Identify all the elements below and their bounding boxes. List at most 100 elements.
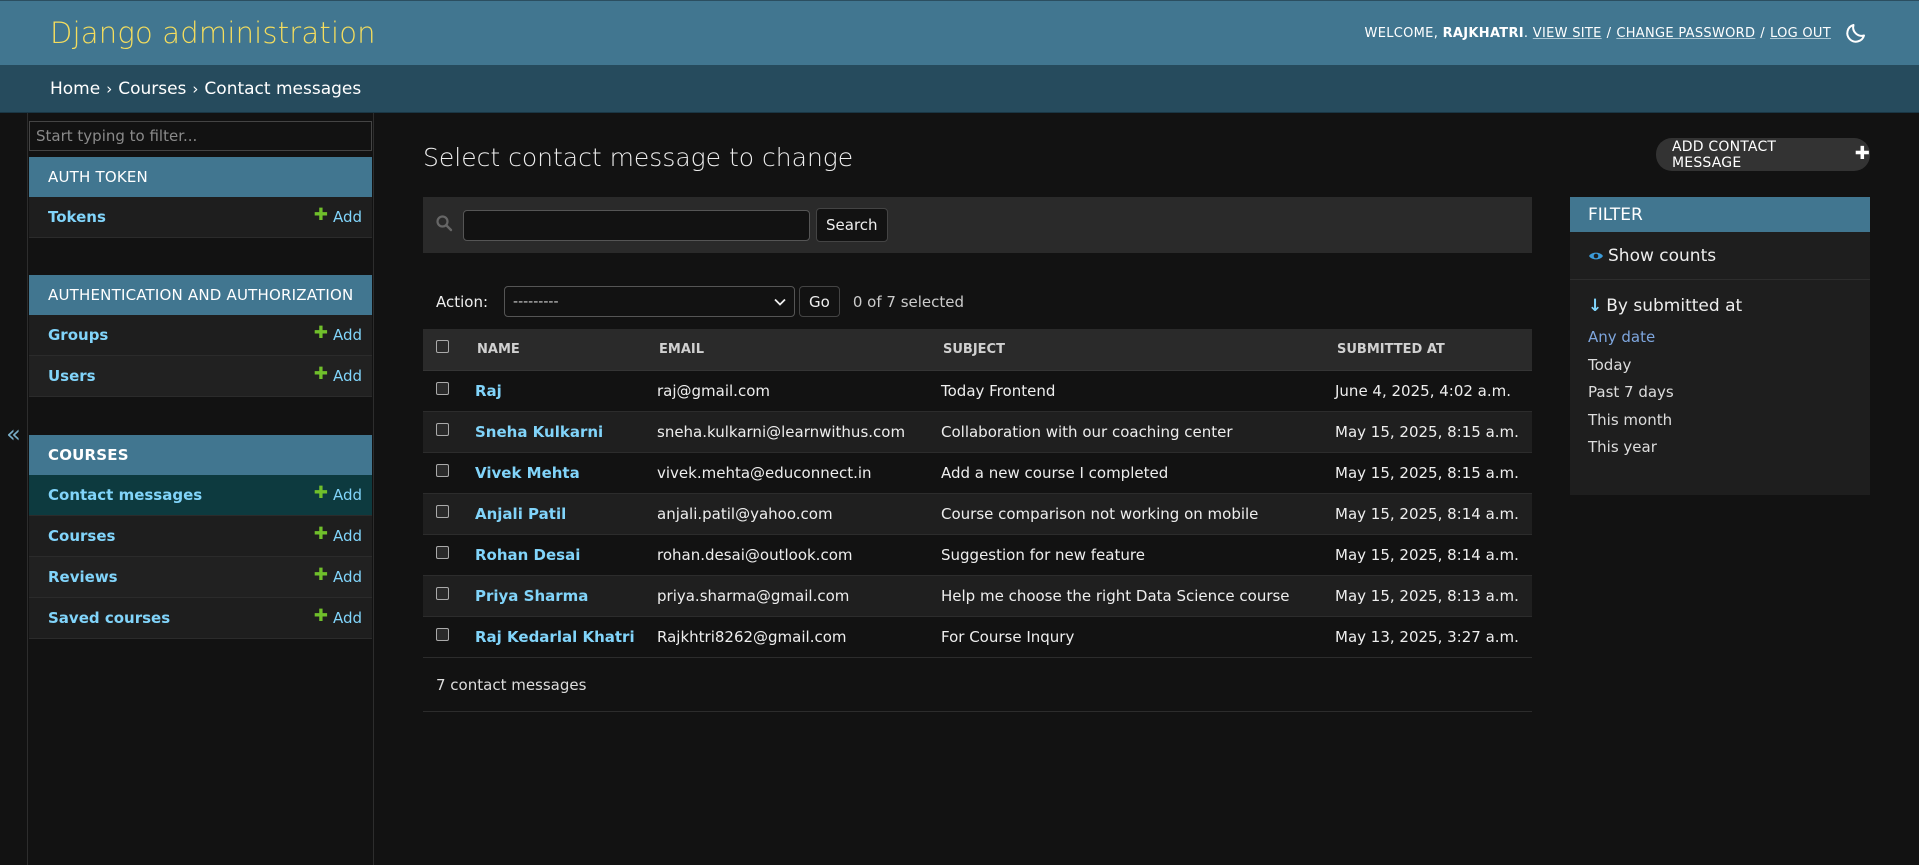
add-label: Add <box>332 486 362 504</box>
row-checkbox[interactable] <box>436 627 449 641</box>
add-label: Add <box>332 367 362 385</box>
show-counts-link[interactable]: Show counts <box>1570 232 1870 280</box>
add-contact-messages-link[interactable]: ✚ Add <box>314 483 362 505</box>
row-name-link[interactable]: Raj Kedarlal Khatri <box>475 628 635 646</box>
column-header-submitted-at[interactable]: Submitted at <box>1334 329 1532 371</box>
breadcrumb-separator: › <box>192 79 199 98</box>
subject-cell: Collaboration with our coaching center <box>940 411 1334 453</box>
separator: / <box>1606 25 1612 41</box>
sidebar-item-contact-messages: Contact messages ✚ Add <box>29 475 372 516</box>
name-cell: Rohan Desai <box>474 534 656 576</box>
site-branding[interactable]: Django administration <box>50 16 376 50</box>
select-all-checkbox[interactable] <box>436 339 449 353</box>
row-name-link[interactable]: Vivek Mehta <box>475 464 580 482</box>
breadcrumb-current: Contact messages <box>204 78 362 99</box>
selection-counter: 0 of 7 selected <box>852 292 965 311</box>
column-header-name[interactable]: Name <box>474 329 656 371</box>
filter-option-today[interactable]: Today <box>1588 356 1870 384</box>
username: RAJKHATRI <box>1442 25 1524 41</box>
search-button[interactable]: Search <box>816 208 888 242</box>
select-all-header <box>423 329 474 371</box>
name-cell: Raj Kedarlal Khatri <box>474 616 656 658</box>
sidebar: Auth Token Tokens ✚Add Authentication an… <box>28 113 374 865</box>
sidebar-item-tokens: Tokens ✚ Add <box>29 197 372 238</box>
search-input[interactable] <box>463 209 810 241</box>
filter-options: Any date Today Past 7 days This month Th… <box>1570 316 1870 466</box>
moon-icon[interactable] <box>1843 20 1869 46</box>
go-button[interactable]: Go <box>799 286 840 317</box>
row-checkbox[interactable] <box>436 463 449 477</box>
filter-option-any-date[interactable]: Any date <box>1588 328 1870 356</box>
row-checkbox[interactable] <box>436 381 449 395</box>
row-check-cell <box>423 493 474 535</box>
app-caption[interactable]: Courses <box>29 435 372 475</box>
table-row: Raj raj@gmail.com Today Frontend June 4,… <box>423 370 1532 412</box>
email-cell: Rajkhtri8262@gmail.com <box>656 616 940 658</box>
row-name-link[interactable]: Sneha Kulkarni <box>475 423 603 441</box>
add-groups-link[interactable]: ✚ Add <box>313 323 362 345</box>
add-label: Add <box>332 208 362 226</box>
add-label: Add <box>332 609 362 627</box>
add-tokens-link[interactable]: ✚ Add <box>314 205 362 227</box>
table-row: Raj Kedarlal Khatri Rajkhtri8262@gmail.c… <box>423 616 1532 658</box>
action-selected-value: --------- <box>513 293 559 310</box>
filter-heading: Filter <box>1570 197 1870 232</box>
table-row: Sneha Kulkarni sneha.kulkarni@learnwithu… <box>423 411 1532 453</box>
change-password-link[interactable]: Change password <box>1616 26 1755 41</box>
row-name-link[interactable]: Priya Sharma <box>475 587 588 605</box>
separator: / <box>1760 25 1765 41</box>
name-cell: Sneha Kulkarni <box>474 411 656 453</box>
column-header-subject[interactable]: Subject <box>940 329 1334 371</box>
column-header-email[interactable]: Email <box>656 329 940 371</box>
action-select[interactable]: --------- <box>504 286 796 317</box>
log-out-link[interactable]: Log out <box>1770 26 1831 41</box>
user-tools: Welcome, RAJKHATRI. View site / Change p… <box>1365 20 1869 46</box>
app-caption[interactable]: Auth Token <box>29 157 372 197</box>
add-courses-link[interactable]: ✚ Add <box>314 524 362 546</box>
filter-option-past-7-days[interactable]: Past 7 days <box>1588 383 1870 411</box>
row-checkbox[interactable] <box>436 422 449 436</box>
row-checkbox[interactable] <box>436 504 449 518</box>
view-site-link[interactable]: View site <box>1533 26 1602 41</box>
row-checkbox[interactable] <box>436 545 449 559</box>
email-cell: vivek.mehta@educonnect.in <box>656 452 940 494</box>
add-users-link[interactable]: ✚ Add <box>314 364 362 386</box>
row-check-cell <box>423 616 474 658</box>
sidebar-item-label[interactable]: Reviews <box>48 568 118 586</box>
table-header-row: Name Email Subject Submitted at <box>423 329 1532 371</box>
add-reviews-link[interactable]: ✚ Add <box>314 565 362 587</box>
submitted-at-cell: May 13, 2025, 3:27 a.m. <box>1334 616 1532 658</box>
add-saved-courses-link[interactable]: ✚ Add <box>314 606 362 628</box>
subject-cell: For Course Inqury <box>940 616 1334 658</box>
plus-icon: ✚ <box>313 323 328 343</box>
sidebar-item-label[interactable]: Users <box>48 367 96 385</box>
add-label: Add <box>332 527 362 545</box>
plus-icon: ✚ <box>1854 143 1870 164</box>
sidebar-item-label[interactable]: Courses <box>48 527 115 545</box>
filter-option-this-year[interactable]: This year <box>1588 438 1870 466</box>
sidebar-item-label[interactable]: Tokens <box>48 208 106 226</box>
row-check-cell <box>423 452 474 494</box>
row-name-link[interactable]: Rohan Desai <box>475 546 580 564</box>
search-toolbar: Search <box>423 197 1532 253</box>
row-checkbox[interactable] <box>436 586 449 600</box>
add-label: Add <box>332 326 362 344</box>
breadcrumb-app[interactable]: Courses <box>118 79 186 99</box>
sidebar-item-label[interactable]: Saved courses <box>48 609 170 627</box>
add-contact-message-button[interactable]: Add contact message ✚ <box>1656 138 1870 171</box>
name-cell: Raj <box>474 370 656 412</box>
nav-filter-input[interactable] <box>29 121 372 151</box>
submitted-at-cell: May 15, 2025, 8:15 a.m. <box>1334 452 1532 494</box>
sidebar-item-label[interactable]: Groups <box>48 326 108 344</box>
row-name-link[interactable]: Raj <box>475 382 502 400</box>
app-caption[interactable]: Authentication and Authorization <box>29 275 372 315</box>
row-name-link[interactable]: Anjali Patil <box>475 505 566 523</box>
filter-option-this-month[interactable]: This month <box>1588 411 1870 439</box>
app-courses: Courses Contact messages ✚ Add Courses ✚ A… <box>29 435 372 639</box>
collapse-sidebar-button[interactable]: « <box>0 113 28 865</box>
email-cell: anjali.patil@yahoo.com <box>656 493 940 535</box>
breadcrumb-home[interactable]: Home <box>50 79 100 99</box>
email-cell: raj@gmail.com <box>656 370 940 412</box>
sidebar-item-label[interactable]: Contact messages <box>48 486 202 504</box>
table-row: Vivek Mehta vivek.mehta@educonnect.in Ad… <box>423 452 1532 494</box>
